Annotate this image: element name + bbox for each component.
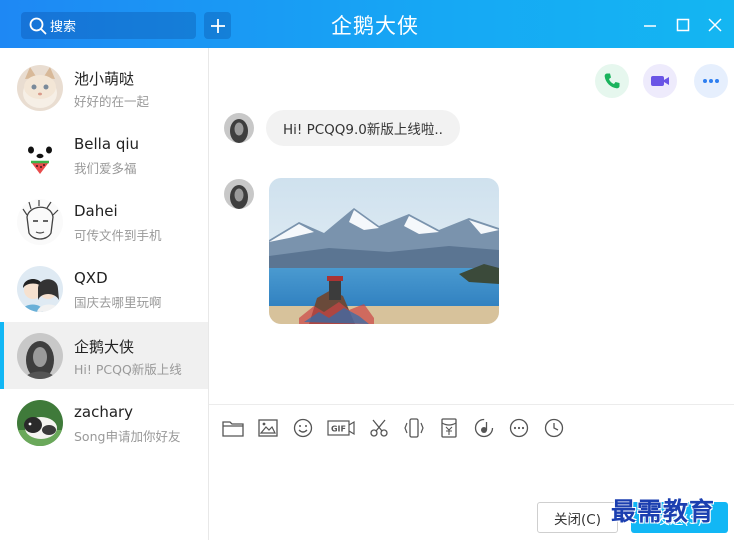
search-icon — [29, 17, 47, 34]
contact-item-active[interactable]: 企鹅大侠 Hi! PCQQ新版上线 — [0, 322, 208, 389]
contact-name: Bella qiu — [74, 135, 140, 153]
more-tools-button[interactable] — [507, 416, 531, 440]
message-avatar — [224, 179, 254, 209]
qq-chat-window: 搜索 企鹅大侠 池小萌哒 好好的在一起 Bella qiu 我们爱多福 Dahe… — [0, 0, 734, 540]
plus-icon — [210, 18, 225, 33]
search-box[interactable]: 搜索 — [21, 12, 196, 39]
avatar-guinea-pig — [17, 400, 63, 446]
window-shake-button[interactable] — [402, 416, 426, 440]
contact-item[interactable]: 池小萌哒 好好的在一起 — [0, 54, 208, 121]
scissors-icon — [370, 419, 388, 437]
close-icon — [708, 18, 722, 32]
close-button[interactable]: 关闭(C) — [537, 502, 618, 533]
avatar-panda — [17, 132, 63, 178]
maximize-icon — [676, 18, 690, 32]
gif-icon: GIF — [327, 420, 355, 436]
contact-last-message: 国庆去哪里玩啊 — [74, 295, 162, 310]
contact-name: QXD — [74, 269, 108, 287]
shake-icon — [404, 418, 424, 438]
send-file-button[interactable] — [221, 416, 245, 440]
watermark-text: 最需教育 — [611, 497, 716, 526]
mountain-lake-photo — [269, 178, 499, 324]
music-button[interactable] — [472, 416, 496, 440]
more-icon — [509, 418, 529, 438]
input-area[interactable]: GIF 发送(S) 关闭(C) 最需教育 — [209, 404, 734, 540]
contact-item[interactable]: QXD 国庆去哪里玩啊 — [0, 255, 208, 322]
contact-list: 池小萌哒 好好的在一起 Bella qiu 我们爱多福 Dahei 可传文件到手… — [0, 48, 209, 540]
window-title: 企鹅大侠 — [331, 14, 419, 38]
image-icon — [258, 419, 278, 437]
minimize-icon — [644, 25, 656, 27]
screenshot-button[interactable] — [367, 416, 391, 440]
music-icon — [474, 418, 494, 438]
close-window-button[interactable] — [702, 12, 728, 38]
message-avatar — [224, 113, 254, 143]
chat-toolbar: GIF — [221, 416, 577, 440]
gif-button[interactable]: GIF — [326, 416, 356, 440]
ellipsis-icon — [703, 79, 719, 83]
avatar-sketch — [17, 199, 63, 245]
add-button[interactable] — [204, 12, 231, 39]
red-packet-button[interactable] — [437, 416, 461, 440]
emoji-button[interactable] — [291, 416, 315, 440]
phone-icon — [604, 73, 620, 89]
contact-last-message: 可传文件到手机 — [74, 228, 162, 243]
contact-last-message: 好好的在一起 — [74, 94, 150, 109]
minimize-button[interactable] — [637, 12, 663, 38]
contact-name: Dahei — [74, 202, 118, 220]
contact-name: 企鹅大侠 — [74, 338, 135, 356]
avatar-girl — [17, 333, 63, 379]
message-image[interactable] — [269, 178, 499, 324]
avatar-cartoon-couple — [17, 266, 63, 312]
contact-last-message: Song申请加你好友 — [74, 429, 181, 444]
history-icon — [544, 418, 564, 438]
video-camera-icon — [651, 76, 669, 86]
contact-item[interactable]: Dahei 可传文件到手机 — [0, 188, 208, 255]
contact-item[interactable]: Bella qiu 我们爱多福 — [0, 121, 208, 188]
maximize-button[interactable] — [670, 12, 696, 38]
more-options-button[interactable] — [694, 64, 728, 98]
contact-name: zachary — [74, 403, 134, 421]
avatar-cat — [17, 65, 63, 111]
folder-icon — [222, 421, 244, 437]
voice-call-button[interactable] — [595, 64, 629, 98]
red-packet-icon — [441, 418, 457, 438]
video-call-button[interactable] — [643, 64, 677, 98]
contact-last-message: 我们爱多福 — [74, 161, 137, 176]
title-bar: 搜索 企鹅大侠 — [0, 0, 734, 48]
emoji-icon — [293, 418, 313, 438]
chat-area: Hi! PCQQ9.0新版上线啦.. — [209, 48, 734, 404]
contact-name: 池小萌哒 — [74, 70, 135, 88]
message-bubble[interactable]: Hi! PCQQ9.0新版上线啦.. — [266, 110, 460, 146]
svg-text:GIF: GIF — [331, 425, 346, 434]
contact-last-message: Hi! PCQQ新版上线 — [74, 362, 182, 377]
send-image-button[interactable] — [256, 416, 280, 440]
contact-item[interactable]: zachary Song申请加你好友 — [0, 389, 208, 456]
search-placeholder: 搜索 — [50, 20, 77, 35]
chat-history-button[interactable] — [542, 416, 566, 440]
